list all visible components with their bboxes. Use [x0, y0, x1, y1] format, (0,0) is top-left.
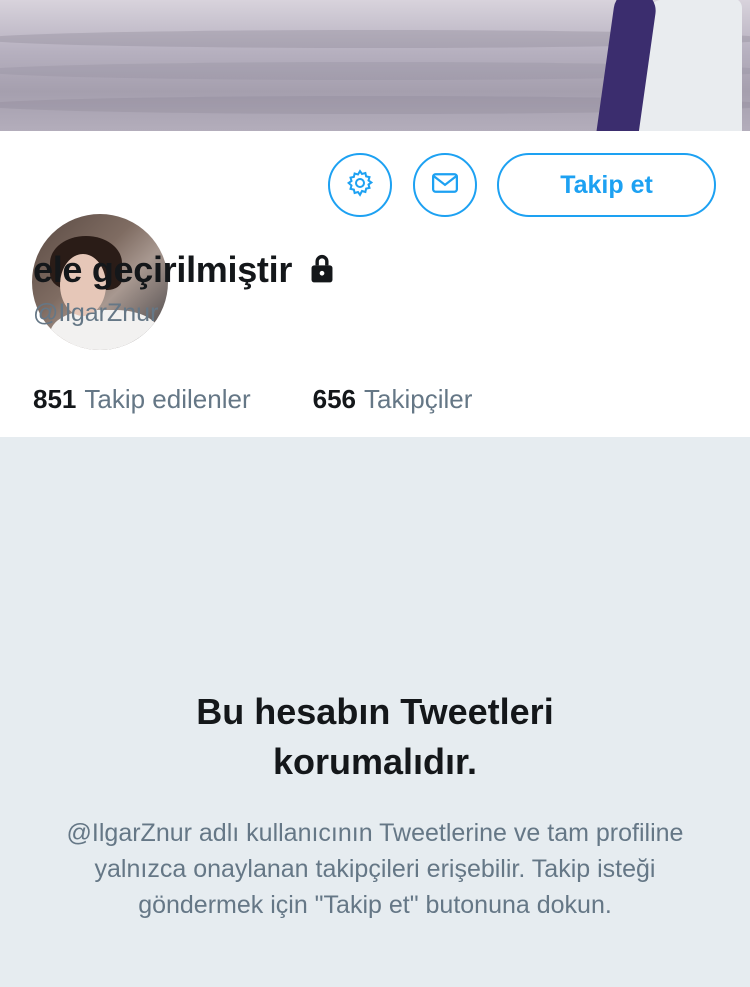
display-name: ele geçirilmiştir	[33, 249, 293, 290]
envelope-icon	[430, 168, 460, 203]
following-count: 851	[33, 384, 77, 414]
followers-label: Takipçiler	[364, 384, 473, 414]
follow-button[interactable]: Takip et	[497, 153, 716, 217]
followers-count: 656	[312, 384, 356, 414]
following-stat[interactable]: 851 Takip edilenler	[33, 384, 251, 415]
followers-stat[interactable]: 656 Takipçiler	[313, 384, 473, 415]
profile-handle: @IlgarZnur	[33, 299, 159, 327]
header-banner-image[interactable]	[0, 0, 750, 131]
settings-button[interactable]	[328, 153, 392, 217]
protected-description: @IlgarZnur adlı kullanıcının Tweetlerine…	[66, 819, 684, 919]
protected-title: Bu hesabın Tweetleri korumalıdır.	[196, 691, 554, 782]
profile-card: Takip et ele geçirilmiştir @IlgarZnur 85…	[0, 131, 750, 437]
gear-icon	[345, 168, 375, 203]
lock-icon	[306, 251, 338, 290]
profile-stats: 851 Takip edilenler 656 Takipçiler	[33, 384, 472, 415]
following-label: Takip edilenler	[84, 384, 251, 414]
name-row: ele geçirilmiştir	[33, 249, 338, 291]
message-button[interactable]	[413, 153, 477, 217]
